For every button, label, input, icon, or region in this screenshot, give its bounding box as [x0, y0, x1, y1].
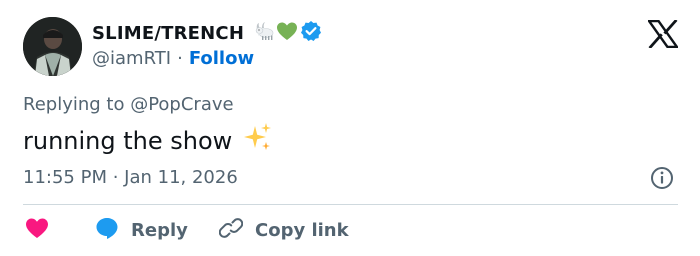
- heart-icon: [25, 217, 49, 244]
- action-bar: Reply Copy link: [25, 217, 349, 243]
- green-heart-emoji-icon: [276, 21, 298, 45]
- author-handle-row: @iamRTI · Follow: [92, 48, 254, 69]
- avatar-image: [23, 17, 82, 76]
- tweet-text: running the show: [23, 122, 274, 160]
- reply-label: Reply: [131, 219, 188, 241]
- tweet-timestamp[interactable]: 11:55 PM · Jan 11, 2026: [23, 167, 238, 188]
- sparkles-emoji-icon: [242, 122, 274, 160]
- separator-dot: ·: [177, 48, 183, 69]
- replying-to-label[interactable]: Replying to @PopCrave: [23, 94, 234, 115]
- author-name-row: SLIME/TRENCH: [92, 21, 322, 45]
- tweet-card: SLIME/TRENCH @iamRTI · Follow Replying t…: [0, 0, 700, 256]
- copy-link-label: Copy link: [255, 219, 349, 241]
- like-button[interactable]: [25, 217, 95, 244]
- tweet-body: running the show: [23, 127, 233, 155]
- goat-emoji-icon: [253, 21, 275, 45]
- copy-link-button[interactable]: Copy link: [218, 216, 349, 245]
- follow-button[interactable]: Follow: [189, 48, 254, 69]
- divider: [23, 204, 678, 205]
- reply-bubble-icon: [95, 216, 119, 245]
- avatar[interactable]: [23, 17, 82, 76]
- author-display-name[interactable]: SLIME/TRENCH: [92, 23, 244, 44]
- link-icon: [218, 216, 244, 245]
- verified-badge-icon: [300, 20, 322, 46]
- info-icon[interactable]: [650, 166, 674, 190]
- x-logo-icon[interactable]: [646, 19, 680, 49]
- author-handle[interactable]: @iamRTI: [92, 48, 171, 69]
- reply-button[interactable]: Reply: [95, 216, 219, 245]
